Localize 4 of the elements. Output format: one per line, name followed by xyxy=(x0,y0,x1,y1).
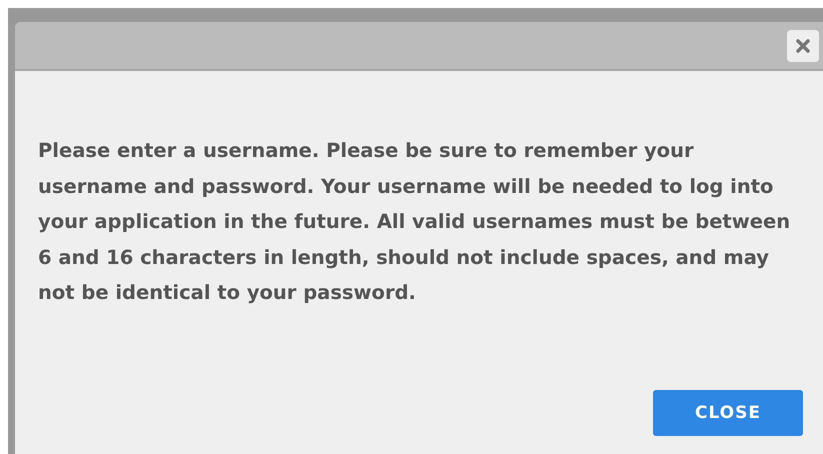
close-button[interactable] xyxy=(787,30,819,62)
close-icon xyxy=(796,38,810,52)
dialog-message: Please enter a username. Please be sure to remember your username and password. Your username will be needed to log into your application in the future. All valid usernames must be between 6 and 16 characters in length, should not include spaces, and may not be identical to your password. xyxy=(38,138,792,306)
close-dialog-button[interactable]: CLOSE xyxy=(653,390,803,436)
